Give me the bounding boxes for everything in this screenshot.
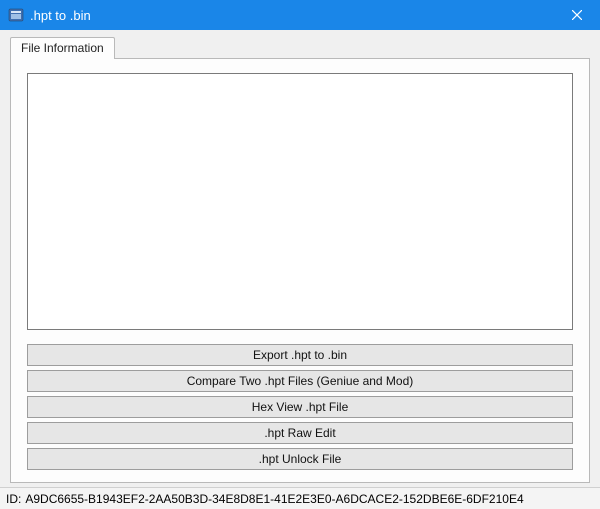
status-id-value: A9DC6655-B1943EF2-2AA50B3D-34E8D8E1-41E2… bbox=[25, 492, 523, 506]
status-id-label: ID: bbox=[6, 492, 21, 506]
file-info-textarea[interactable] bbox=[27, 73, 573, 330]
tab-strip: File Information bbox=[10, 36, 590, 58]
status-bar: ID: A9DC6655-B1943EF2-2AA50B3D-34E8D8E1-… bbox=[0, 487, 600, 509]
raw-edit-button[interactable]: .hpt Raw Edit bbox=[27, 422, 573, 444]
tab-file-information[interactable]: File Information bbox=[10, 37, 115, 59]
window-title: .hpt to .bin bbox=[30, 8, 554, 23]
unlock-button[interactable]: .hpt Unlock File bbox=[27, 448, 573, 470]
close-icon bbox=[572, 10, 582, 20]
hex-view-button[interactable]: Hex View .hpt File bbox=[27, 396, 573, 418]
titlebar: .hpt to .bin bbox=[0, 0, 600, 30]
close-button[interactable] bbox=[554, 0, 600, 30]
export-button[interactable]: Export .hpt to .bin bbox=[27, 344, 573, 366]
client-area: File Information Export .hpt to .bin Com… bbox=[0, 30, 600, 487]
action-buttons: Export .hpt to .bin Compare Two .hpt Fil… bbox=[27, 344, 573, 470]
app-icon bbox=[8, 7, 24, 23]
tab-panel: Export .hpt to .bin Compare Two .hpt Fil… bbox=[10, 58, 590, 483]
compare-button[interactable]: Compare Two .hpt Files (Geniue and Mod) bbox=[27, 370, 573, 392]
